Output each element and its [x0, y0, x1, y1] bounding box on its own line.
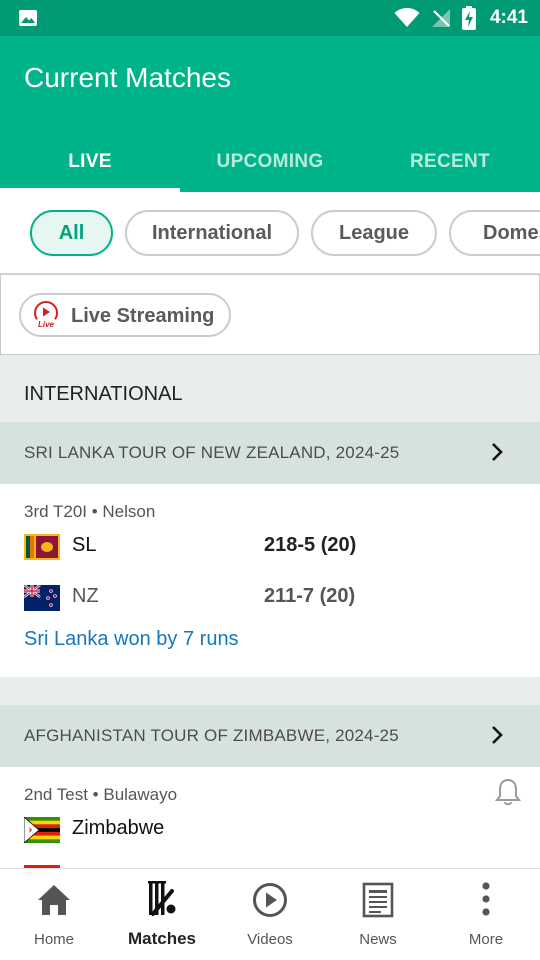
no-signal-icon	[431, 9, 450, 27]
filter-chips: All International League Domestic	[0, 192, 540, 274]
chevron-right-icon	[492, 443, 503, 461]
sri-lanka-flag-icon	[24, 534, 60, 560]
live-badge-text: Live	[38, 320, 55, 329]
status-time: 4:41	[489, 7, 528, 28]
team-name: SL	[72, 534, 97, 556]
match-result[interactable]: Sri Lanka won by 7 runs	[24, 628, 239, 651]
bottom-navigation: Home Matches Videos News More	[0, 868, 540, 960]
section-title: INTERNATIONAL	[24, 383, 183, 405]
chevron-right-icon	[492, 726, 503, 744]
series-header-sl-nz[interactable]: SRI LANKA TOUR OF NEW ZEALAND, 2024-25	[0, 422, 540, 484]
tab-live[interactable]: LIVE	[0, 132, 180, 192]
card-divider	[0, 677, 540, 705]
battery-charging-icon	[461, 6, 476, 30]
team-name: NZ	[72, 585, 99, 607]
live-streaming-label: Live Streaming	[71, 305, 215, 327]
page-title: Current Matches	[24, 62, 231, 93]
play-circle-icon	[253, 883, 287, 917]
team-row: NZ 211-7 (20)	[24, 585, 524, 615]
app-bar: Current Matches LIVE UPCOMING RECENT	[0, 36, 540, 192]
matches-icon	[148, 881, 176, 916]
nav-label: More	[468, 931, 504, 948]
filter-chip-domestic[interactable]: Domestic	[449, 210, 540, 256]
match-meta: 2nd Test • Bulawayo	[24, 785, 178, 804]
nav-home[interactable]: Home	[0, 869, 108, 960]
live-streaming-bar: Live Live Streaming	[0, 274, 540, 355]
series-title: SRI LANKA TOUR OF NEW ZEALAND, 2024-25	[24, 443, 400, 462]
filter-chip-league[interactable]: League	[311, 210, 437, 256]
zimbabwe-flag-icon	[24, 817, 60, 843]
new-zealand-flag-icon	[24, 585, 60, 611]
match-tabs: LIVE UPCOMING RECENT	[0, 132, 540, 192]
match-card-sl-nz[interactable]: 3rd T20I • Nelson SL 218-5 (20) NZ 211-7…	[0, 484, 540, 677]
image-notification-icon	[19, 10, 37, 26]
nav-videos[interactable]: Videos	[216, 869, 324, 960]
match-meta: 3rd T20I • Nelson	[24, 502, 156, 521]
team-score: 218-5 (20)	[264, 534, 357, 556]
filter-chip-all[interactable]: All	[30, 210, 113, 256]
filter-chip-international[interactable]: International	[125, 210, 299, 256]
live-play-icon: Live	[34, 301, 58, 329]
more-vertical-icon	[482, 882, 490, 916]
nav-label: News	[359, 931, 397, 948]
tab-upcoming[interactable]: UPCOMING	[180, 132, 360, 192]
status-bar: 4:41	[0, 0, 540, 36]
nav-matches[interactable]: Matches	[108, 869, 216, 960]
team-score: 211-7 (20)	[264, 585, 356, 607]
team-row: Zimbabwe	[24, 817, 524, 847]
tab-recent[interactable]: RECENT	[360, 132, 540, 192]
nav-label: Videos	[247, 931, 293, 948]
newspaper-icon	[362, 882, 394, 918]
team-row: SL 218-5 (20)	[24, 534, 524, 564]
nav-label: Home	[33, 931, 74, 948]
nav-more[interactable]: More	[432, 869, 540, 960]
bell-icon[interactable]	[494, 777, 522, 807]
wifi-icon	[394, 8, 420, 27]
section-header: INTERNATIONAL	[0, 355, 540, 422]
home-icon	[38, 885, 70, 915]
series-title: AFGHANISTAN TOUR OF ZIMBABWE, 2024-25	[24, 726, 399, 745]
live-streaming-button[interactable]: Live Live Streaming	[19, 293, 231, 337]
series-header-afg-zim[interactable]: AFGHANISTAN TOUR OF ZIMBABWE, 2024-25	[0, 705, 540, 767]
match-card-afg-zim[interactable]: 2nd Test • Bulawayo Zimbabwe	[0, 767, 540, 868]
nav-label: Matches	[127, 929, 197, 948]
nav-news[interactable]: News	[324, 869, 432, 960]
team-name: Zimbabwe	[72, 817, 165, 839]
